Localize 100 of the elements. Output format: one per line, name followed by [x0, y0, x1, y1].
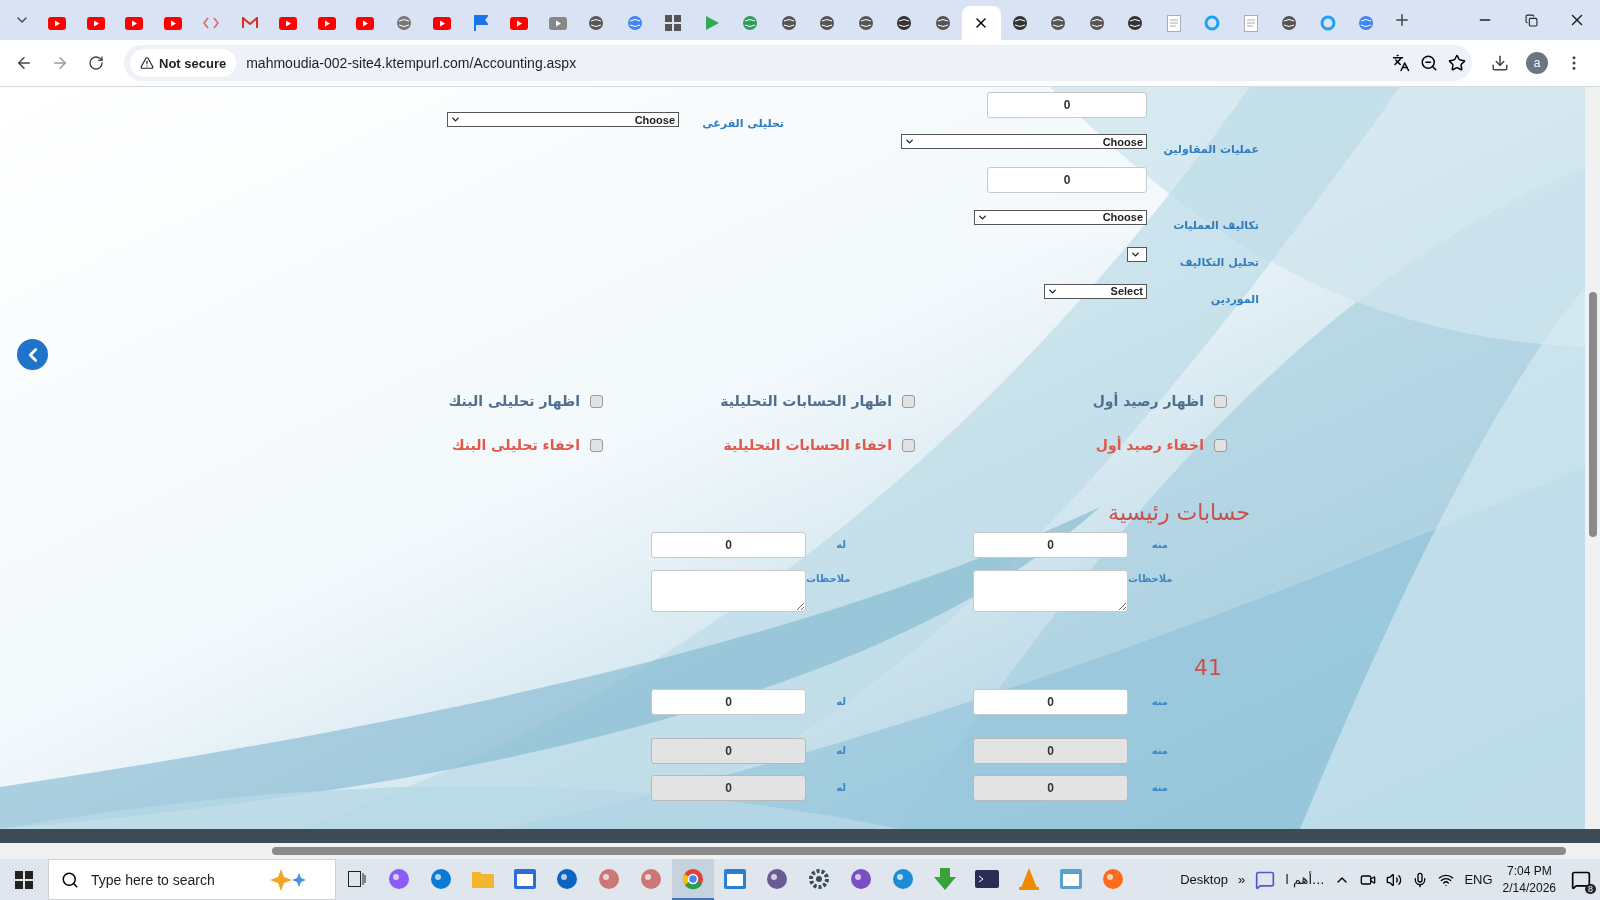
globe-icon [819, 15, 836, 31]
globe-icon [1358, 15, 1375, 31]
flag-icon [473, 15, 488, 31]
globe-icon [1127, 15, 1144, 31]
globe-icon [742, 15, 759, 31]
checkbox-label: اخفاء رصيد أول [1095, 437, 1204, 453]
taskbar-search-box[interactable]: Type here to search [48, 859, 336, 900]
app-window-icon[interactable] [724, 868, 746, 889]
field-label: تحليل التكاليف [1178, 255, 1259, 269]
video-icon [48, 16, 67, 30]
restore-icon[interactable] [1524, 13, 1538, 27]
volume-icon[interactable] [1386, 871, 1403, 888]
video-icon [163, 16, 182, 30]
globe-icon [1281, 15, 1298, 31]
video-icon [356, 16, 375, 30]
app-icon[interactable] [598, 867, 620, 890]
bookmark-star-icon[interactable] [1448, 54, 1466, 72]
video-icon [279, 16, 298, 30]
checkbox-label: اخفاء الحسابات التحليلية [723, 437, 892, 453]
horizontal-scrollbar[interactable] [0, 843, 1600, 859]
zoom-icon[interactable] [1420, 54, 1438, 72]
dropdown[interactable]: Choose [901, 134, 1147, 149]
notification-count: 8 [1585, 883, 1596, 894]
ring-icon [1204, 15, 1221, 31]
taskbar-search-field[interactable]: Type here to search [89, 870, 259, 889]
amount-field[interactable]: 0 [651, 689, 806, 715]
section-title: حسابات رئيسية [1108, 500, 1250, 525]
security-chip[interactable]: Not secure [130, 49, 237, 77]
notification-icon[interactable] [1571, 869, 1591, 890]
overflow-chevron[interactable]: » [1237, 872, 1246, 887]
url-text[interactable]: mahmoudia-002-site4.ktempurl.com/Accounting.aspx [246, 55, 1382, 71]
amount-field[interactable]: 0 [973, 532, 1128, 558]
language-indicator[interactable]: ENG [1464, 872, 1493, 887]
grid-icon [665, 15, 682, 31]
checkbox-label: اظهار الحسابات التحليلية [720, 393, 892, 409]
profile-avatar[interactable]: a [1526, 52, 1548, 74]
browser-icon[interactable] [682, 867, 704, 890]
ring-icon [1319, 15, 1336, 31]
section-title: 41 [1194, 655, 1222, 680]
globe-icon [896, 15, 913, 31]
windows-start-icon[interactable] [15, 870, 33, 889]
globe-icon [588, 15, 605, 31]
chat-icon[interactable] [1255, 869, 1276, 890]
amount-field[interactable]: 0 [973, 689, 1128, 715]
download-icon[interactable] [1491, 54, 1509, 72]
checkbox-label: اخفاء تحليلى البنك [451, 437, 580, 453]
mail-icon [241, 17, 258, 29]
field-label: له [835, 782, 846, 793]
app-icon[interactable] [388, 867, 410, 890]
forward-arrow-icon[interactable] [51, 54, 69, 72]
dropdown[interactable]: Choose [447, 112, 679, 127]
field-label: له [835, 539, 846, 550]
scroll-thumb[interactable] [272, 847, 1566, 855]
field-label: منه [1150, 696, 1168, 707]
field-label: منه [1150, 745, 1168, 756]
notes-field[interactable] [973, 570, 1128, 612]
gear-icon[interactable] [808, 867, 830, 890]
video-icon [317, 16, 336, 30]
code-icon [203, 17, 220, 29]
scroll-thumb[interactable] [1588, 292, 1597, 537]
app-icon[interactable] [640, 867, 662, 890]
field-label: الموردين [1209, 292, 1259, 306]
app-window-icon[interactable] [1060, 868, 1082, 889]
task-view-icon[interactable] [348, 870, 366, 887]
globe-icon [395, 15, 412, 31]
checkbox-label: اظهار رصيد أول [1092, 393, 1204, 409]
document-icon [1166, 14, 1181, 32]
app-icon[interactable] [556, 867, 578, 890]
globe-icon [1088, 15, 1105, 31]
app-window-icon[interactable] [514, 868, 536, 889]
globe-icon [1050, 15, 1067, 31]
taskbar-window-title[interactable]: أهم ا... [1285, 872, 1325, 887]
desktop-toolbar-label[interactable]: Desktop [1180, 872, 1228, 887]
amount-field[interactable]: 0 [651, 532, 806, 558]
globe-icon [857, 15, 874, 31]
video-icon [86, 16, 105, 30]
field-label: عمليات المقاولين [1162, 143, 1259, 156]
notes-field[interactable] [651, 570, 806, 612]
clock[interactable]: 7:04 PM 2/14/2026 [1502, 864, 1556, 895]
field-label: تحليلى الفرغى [701, 117, 784, 130]
checkbox-label: اظهار تحليلى البنك [448, 393, 580, 409]
app-icon[interactable] [1102, 867, 1124, 890]
field-label: تكاليف العمليات [1172, 218, 1259, 232]
app-icon[interactable] [430, 867, 452, 890]
vertical-scrollbar[interactable] [1585, 87, 1600, 829]
caret-icon [450, 114, 461, 125]
globe-icon [626, 15, 643, 31]
terminal-icon[interactable] [975, 869, 999, 888]
globe-icon [934, 15, 951, 31]
video-icon [433, 16, 452, 30]
play-icon [703, 15, 720, 31]
reload-icon[interactable] [88, 55, 104, 71]
translate-icon[interactable] [1392, 54, 1410, 72]
number-field[interactable]: 0 [987, 91, 1147, 118]
app-icon[interactable] [766, 867, 788, 890]
globe-icon [780, 15, 797, 31]
app-icon[interactable] [892, 867, 914, 890]
video-icon [125, 16, 144, 30]
app-icon[interactable] [850, 867, 872, 890]
number-field[interactable]: 0 [987, 167, 1147, 193]
